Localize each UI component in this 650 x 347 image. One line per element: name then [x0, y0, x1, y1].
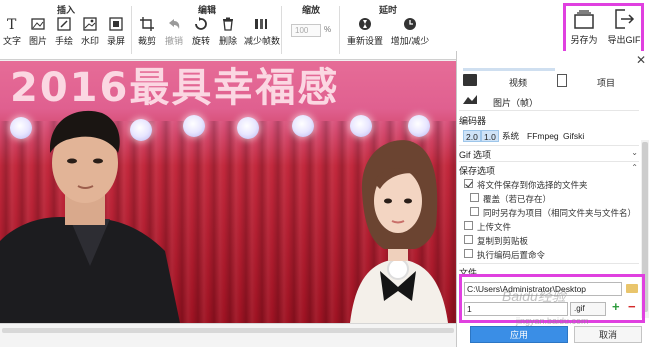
watermark-icon [83, 17, 97, 31]
chevron-down-icon[interactable]: ⌄ [631, 148, 638, 157]
undo-label: 撤销 [164, 36, 183, 46]
picture-icon [463, 93, 477, 104]
tab-project[interactable]: 项目 [557, 74, 637, 88]
text-tool-label: 文字 [3, 36, 22, 46]
text-icon: T [5, 17, 19, 33]
tab-image-label: 图片（帧） [493, 98, 539, 108]
save-to-folder-checkbox[interactable] [464, 179, 473, 188]
highlight-frame-file [459, 274, 645, 323]
section-divider [459, 263, 639, 264]
encoder-option-1-0[interactable]: 1.0 [481, 130, 499, 142]
encoder-option-ffmpeg[interactable]: FFmpeg [525, 130, 561, 142]
apply-button[interactable]: 应用 [470, 326, 568, 343]
pen-icon [57, 17, 71, 31]
rotate-icon [194, 17, 208, 31]
reduce-frames-icon [254, 17, 268, 31]
upload-checkbox[interactable] [464, 221, 473, 230]
undo-button[interactable]: 撤销 [163, 17, 185, 47]
rotate-label: 旋转 [191, 36, 210, 46]
encoder-section-label: 编码器 [459, 116, 487, 126]
encoder-option-2-0[interactable]: 2.0 [463, 130, 481, 142]
crop-icon [140, 17, 154, 31]
film-icon [463, 74, 477, 86]
copy-clipboard-checkbox[interactable] [464, 235, 473, 244]
reduce-frames-label: 减少帧数 [244, 36, 281, 46]
stage-light [183, 115, 205, 137]
encoder-option-system[interactable]: 系统 [500, 130, 521, 142]
watermark-tool-label: 水印 [80, 36, 99, 46]
zoom-group-title: 缩放 [301, 5, 320, 15]
reset-delay-icon [358, 17, 372, 31]
tab-video[interactable]: 视频 [463, 74, 555, 88]
rotate-button[interactable]: 旋转 [190, 17, 212, 47]
frame-canvas[interactable]: 2016最具幸福感 [0, 61, 456, 323]
crop-label: 裁剪 [137, 36, 156, 46]
insert-group: 插入 T 文字 图片 手绘 水印 录屏 [0, 0, 132, 58]
tab-indicator [463, 68, 555, 71]
stage-light [292, 115, 314, 137]
record-tool-label: 录屏 [106, 36, 125, 46]
tab-project-label: 项目 [597, 78, 616, 88]
upload-label: 上传文件 [477, 222, 512, 232]
close-icon[interactable]: ✕ [636, 54, 646, 66]
adjust-delay-button[interactable]: 增加/减少 [388, 17, 432, 47]
image-tool-label: 图片 [28, 36, 47, 46]
delay-group: 延时 重新设置 增加/减少 [340, 0, 436, 58]
stage-light [237, 117, 259, 139]
record-tool-button[interactable]: 录屏 [105, 17, 127, 47]
save-as-project-checkbox[interactable] [470, 207, 479, 216]
person-left-figure [0, 110, 180, 323]
reset-delay-label: 重新设置 [346, 36, 383, 46]
freehand-tool-label: 手绘 [54, 36, 73, 46]
tab-image[interactable]: 图片（帧） [463, 91, 555, 109]
reduce-frames-button[interactable]: 减少帧数 [244, 17, 281, 47]
save-to-folder-label: 将文件保存到你选择的文件夹 [477, 180, 588, 190]
delete-button[interactable]: 删除 [217, 17, 239, 47]
edit-group: 编辑 裁剪 撤销 旋转 删除 减少帧数 [132, 0, 282, 58]
reset-delay-button[interactable]: 重新设置 [344, 17, 386, 47]
encoder-option-gifski[interactable]: Gifski [561, 130, 586, 142]
copy-clipboard-label: 复制到剪贴板 [477, 236, 529, 246]
person-right-figure [350, 140, 448, 323]
section-divider [459, 161, 639, 162]
section-divider [459, 145, 639, 146]
scrollbar-thumb[interactable] [2, 328, 454, 333]
record-screen-icon [109, 17, 123, 31]
project-file-icon [557, 74, 567, 87]
edit-group-title: 编辑 [197, 5, 216, 15]
post-encode-label: 执行编码后置命令 [477, 250, 546, 260]
overwrite-label: 覆盖（若已存在） [483, 194, 552, 204]
save-options-header[interactable]: 保存选项 [459, 164, 495, 177]
overwrite-checkbox[interactable] [470, 193, 479, 202]
undo-icon [167, 17, 181, 31]
gif-options-header[interactable]: Gif 选项 [459, 148, 491, 161]
freehand-tool-button[interactable]: 手绘 [53, 17, 75, 47]
post-encode-checkbox[interactable] [464, 249, 473, 258]
insert-group-title: 插入 [56, 5, 75, 15]
chevron-up-icon[interactable]: ⌃ [631, 163, 638, 172]
adjust-delay-label: 增加/减少 [390, 36, 430, 46]
delete-label: 删除 [218, 36, 237, 46]
trash-icon [221, 17, 235, 31]
cancel-button[interactable]: 取消 [574, 326, 642, 343]
section-divider [459, 110, 639, 111]
clock-icon [403, 17, 417, 31]
horizontal-scrollbar[interactable] [0, 323, 456, 347]
image-icon [31, 17, 45, 31]
crop-button[interactable]: 裁剪 [136, 17, 158, 47]
save-as-project-label: 同时另存为项目（相同文件夹与文件名） [483, 208, 637, 218]
tab-video-label: 视频 [509, 78, 528, 88]
text-tool-button[interactable]: T 文字 [3, 17, 21, 47]
highlight-frame-export [563, 3, 644, 56]
image-tool-button[interactable]: 图片 [27, 17, 49, 47]
delay-group-title: 延时 [378, 5, 397, 15]
watermark-tool-button[interactable]: 水印 [79, 17, 101, 47]
svg-text:T: T [7, 17, 17, 31]
zoom-input[interactable]: 100 [291, 24, 321, 37]
zoom-unit-label: % [324, 25, 332, 34]
